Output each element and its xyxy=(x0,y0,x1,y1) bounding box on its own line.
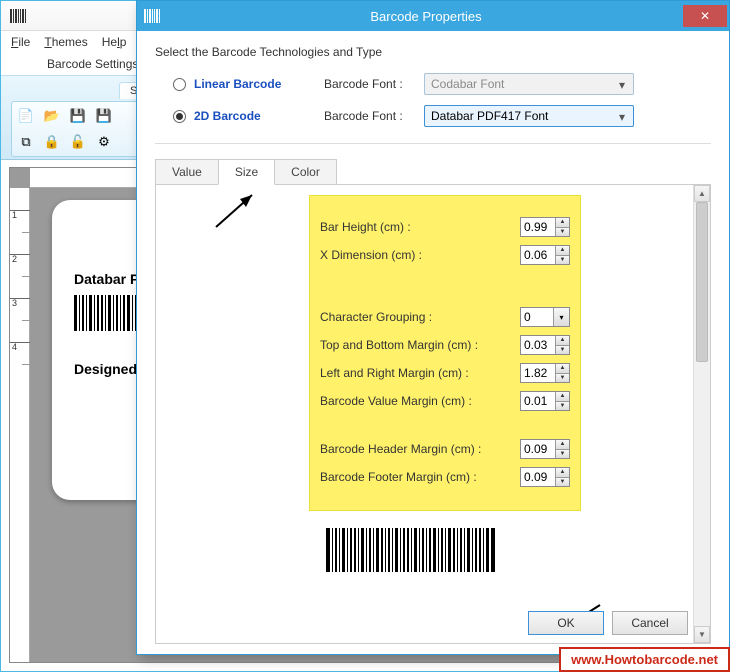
ruler-tick-2: 2 xyxy=(10,254,30,263)
ruler-tick-1: 1 xyxy=(10,210,30,219)
barcode-preview xyxy=(326,528,496,575)
section-label: Select the Barcode Technologies and Type xyxy=(155,45,711,59)
lr-margin-input[interactable]: 1.82▲▼ xyxy=(520,363,570,383)
copy-icon[interactable]: ⧉ xyxy=(16,132,36,152)
bar-height-input[interactable]: 0.99▲▼ xyxy=(520,217,570,237)
settings-icon[interactable]: ⚙ xyxy=(94,132,114,152)
bar-height-label: Bar Height (cm) : xyxy=(320,220,520,234)
spin-down-icon[interactable]: ▼ xyxy=(555,228,569,237)
new-icon[interactable]: 📄 xyxy=(16,106,36,126)
footer-margin-input[interactable]: 0.09▲▼ xyxy=(520,467,570,487)
tabs: Value Size Color xyxy=(155,158,711,184)
footer-margin-label: Barcode Footer Margin (cm) : xyxy=(320,470,520,484)
barcode-properties-dialog: Barcode Properties ✕ Select the Barcode … xyxy=(136,0,730,655)
chevron-down-icon: ▾ xyxy=(553,308,569,326)
chevron-down-icon: ▾ xyxy=(615,78,629,92)
font-label-linear: Barcode Font : xyxy=(324,77,424,91)
app-icon xyxy=(1,9,37,23)
divider xyxy=(155,143,711,144)
combo-2d-font-value: Databar PDF417 Font xyxy=(431,109,548,123)
ruler-vertical: 1 2 3 4 xyxy=(10,188,30,662)
radio-linear-barcode[interactable] xyxy=(173,78,186,91)
dialog-close-button[interactable]: ✕ xyxy=(683,5,727,27)
ruler-tick-4: 4 xyxy=(10,342,30,351)
size-settings-panel: Bar Height (cm) : 0.99▲▼ X Dimension (cm… xyxy=(309,195,581,511)
spin-up-icon[interactable]: ▲ xyxy=(555,218,569,228)
ruler-tick-3: 3 xyxy=(10,298,30,307)
chevron-down-icon: ▾ xyxy=(615,110,629,124)
toolbar-panel: 📄 📂 💾 💾 ⧉ 🔒 🔓 ⚙ xyxy=(11,101,141,157)
scroll-up-icon[interactable]: ▲ xyxy=(694,185,710,202)
scroll-down-icon[interactable]: ▼ xyxy=(694,626,710,643)
dialog-titlebar[interactable]: Barcode Properties ✕ xyxy=(137,1,729,31)
save-icon[interactable]: 💾 xyxy=(68,106,88,126)
tab-color[interactable]: Color xyxy=(274,159,337,185)
unlock-icon[interactable]: 🔓 xyxy=(68,132,88,152)
radio-2d-label: 2D Barcode xyxy=(194,109,324,123)
open-icon[interactable]: 📂 xyxy=(42,106,62,126)
tb-margin-label: Top and Bottom Margin (cm) : xyxy=(320,338,520,352)
val-margin-input[interactable]: 0.01▲▼ xyxy=(520,391,570,411)
dialog-icon xyxy=(137,9,169,23)
menu-themes[interactable]: Themes xyxy=(44,35,87,49)
x-dimension-label: X Dimension (cm) : xyxy=(320,248,520,262)
ok-button[interactable]: OK xyxy=(528,611,604,635)
scrollbar-vertical[interactable]: ▲ ▼ xyxy=(693,185,710,643)
val-margin-label: Barcode Value Margin (cm) : xyxy=(320,394,520,408)
annotation-arrow-icon xyxy=(212,191,262,231)
radio-2d-barcode[interactable] xyxy=(173,110,186,123)
x-dimension-input[interactable]: 0.06▲▼ xyxy=(520,245,570,265)
menu-file[interactable]: File xyxy=(11,35,30,49)
combo-2d-font[interactable]: Databar PDF417 Font ▾ xyxy=(424,105,634,127)
watermark: www.Howtobarcode.net xyxy=(559,647,730,672)
cancel-button[interactable]: Cancel xyxy=(612,611,688,635)
scrollbar-thumb[interactable] xyxy=(696,202,708,362)
lr-margin-label: Left and Right Margin (cm) : xyxy=(320,366,520,380)
barcode-icon xyxy=(10,9,28,23)
menu-help[interactable]: Help xyxy=(102,35,127,49)
barcode-preview-icon xyxy=(326,528,496,572)
dialog-title: Barcode Properties xyxy=(169,9,683,24)
header-margin-label: Barcode Header Margin (cm) : xyxy=(320,442,520,456)
combo-linear-font: Codabar Font ▾ xyxy=(424,73,634,95)
tab-body: Bar Height (cm) : 0.99▲▼ X Dimension (cm… xyxy=(155,184,711,644)
lock-icon[interactable]: 🔒 xyxy=(42,132,62,152)
radio-linear-label: Linear Barcode xyxy=(194,77,324,91)
font-label-2d: Barcode Font : xyxy=(324,109,424,123)
tab-value[interactable]: Value xyxy=(155,159,219,185)
char-grouping-label: Character Grouping : xyxy=(320,310,520,324)
tb-margin-input[interactable]: 0.03▲▼ xyxy=(520,335,570,355)
char-grouping-combo[interactable]: 0▾ xyxy=(520,307,570,327)
save-as-icon[interactable]: 💾 xyxy=(94,106,114,126)
header-margin-input[interactable]: 0.09▲▼ xyxy=(520,439,570,459)
tab-size[interactable]: Size xyxy=(218,159,275,185)
barcode-settings-label[interactable]: Barcode Settings xyxy=(47,57,138,71)
combo-linear-font-value: Codabar Font xyxy=(431,77,504,91)
barcode-icon xyxy=(144,9,162,23)
